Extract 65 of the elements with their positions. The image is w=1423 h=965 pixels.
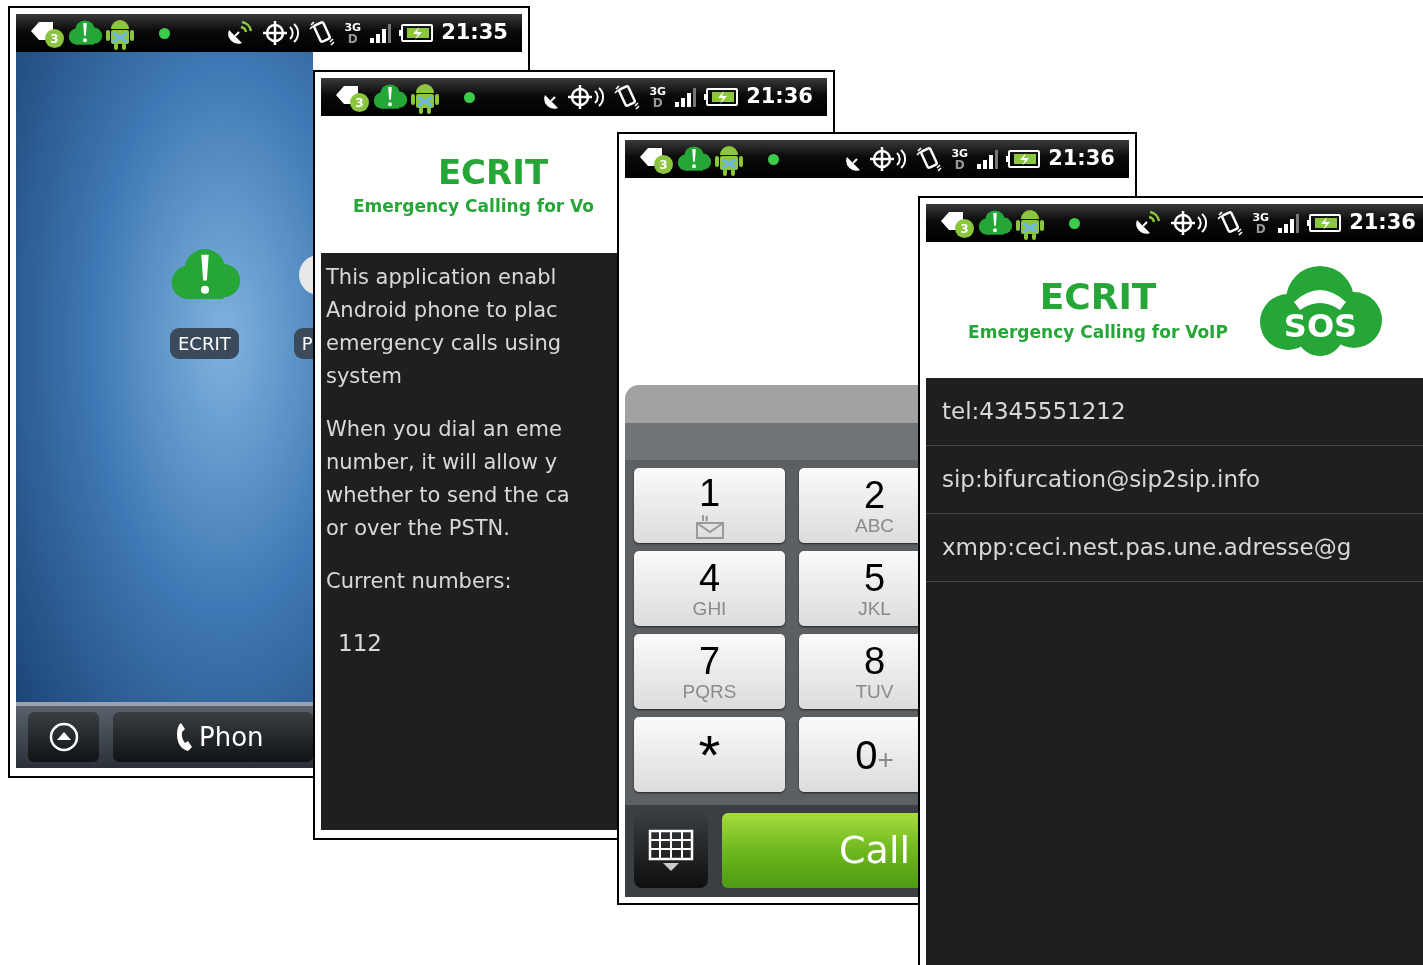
description-paragraph: This application enabl Android phone to plac emergency calls using system: [326, 264, 563, 390]
clock-time: 21:36: [1349, 209, 1416, 237]
description-paragraph: When you dial an eme number, it will allow y whether to send the ca or over the PSTN.: [326, 416, 571, 542]
app-title: ECRIT: [1039, 275, 1157, 320]
crosshair-icon: [567, 84, 606, 110]
vibrating-phone-icon: [915, 146, 944, 172]
signal-bars-icon: [1277, 213, 1300, 233]
clock-time: 21:36: [1048, 145, 1115, 173]
signal-bars-icon: [976, 149, 999, 169]
phone-button[interactable]: Phon: [113, 712, 313, 762]
network-sub-label: D: [954, 158, 965, 171]
address-item[interactable]: sip:bifurcation@sip2sip.info: [926, 446, 1423, 514]
voicemail-icon: [694, 512, 725, 539]
app-title: ECRIT: [437, 150, 549, 194]
dial-key[interactable]: 2 ABC: [799, 468, 918, 543]
up-arrow-circle-icon: [47, 721, 80, 753]
network-type-label: 3G: [344, 21, 362, 33]
notification-count-badge: 3: [350, 93, 369, 112]
clock-time: 21:35: [441, 19, 508, 47]
cloud-alert-icon: [977, 209, 1013, 237]
app-label[interactable]: P: [293, 328, 313, 359]
clock-time: 21:36: [746, 83, 813, 111]
notification-count-badge: 3: [45, 29, 64, 48]
vibrating-phone-icon: [308, 20, 337, 46]
phone-handset-icon: [175, 722, 193, 752]
network-type-label: 3G: [1252, 211, 1270, 223]
description-paragraph: Current numbers:: [326, 568, 513, 595]
network-type-label: 3G: [649, 85, 667, 97]
vibrating-phone-icon: [613, 84, 642, 110]
address-item[interactable]: tel:4345551212: [926, 378, 1423, 446]
battery-charging-icon: [1307, 214, 1342, 232]
crosshair-icon: [869, 146, 908, 172]
dial-key[interactable]: 7 PQRS: [634, 634, 785, 709]
dial-key[interactable]: 4 GHI: [634, 551, 785, 626]
crosshair-icon: [1170, 210, 1209, 236]
cloud-alert-icon: [372, 83, 408, 111]
network-sub-label: D: [652, 96, 663, 109]
keyboard-toggle-button[interactable]: [634, 813, 708, 888]
keyboard-icon: [648, 828, 694, 873]
crosshair-icon: [262, 20, 301, 46]
notification-count-badge: 3: [654, 155, 673, 174]
dial-key[interactable]: 5 JKL: [799, 551, 918, 626]
app-label[interactable]: ECRIT: [170, 328, 239, 359]
app-subtitle: Emergency Calling for VoIP: [968, 321, 1228, 345]
cloud-alert-icon: [676, 145, 712, 173]
number-entry: 112: [338, 629, 383, 658]
vibrating-phone-icon: [1216, 210, 1245, 236]
dial-key[interactable]: *: [634, 717, 785, 792]
signal-bars-icon: [674, 87, 697, 107]
network-sub-label: D: [1255, 222, 1266, 235]
dial-key[interactable]: 1: [634, 468, 785, 543]
dial-key[interactable]: 8 TUV: [799, 634, 918, 709]
network-type-label: 3G: [951, 147, 969, 159]
launcher-button[interactable]: [28, 712, 99, 762]
address-item[interactable]: xmpp:ceci.nest.pas.une.adresse@g: [926, 514, 1423, 582]
cloud-alert-icon: [67, 19, 103, 47]
notification-count-badge: 3: [955, 219, 974, 238]
network-sub-label: D: [347, 32, 358, 45]
app-subtitle: Emergency Calling for Vo: [352, 194, 596, 218]
sos-cloud-logo: SOS: [1258, 264, 1383, 356]
battery-charging-icon: [704, 88, 739, 106]
dial-key[interactable]: 0+: [799, 717, 918, 792]
signal-bars-icon: [369, 23, 392, 43]
battery-charging-icon: [399, 24, 434, 42]
battery-charging-icon: [1006, 150, 1041, 168]
